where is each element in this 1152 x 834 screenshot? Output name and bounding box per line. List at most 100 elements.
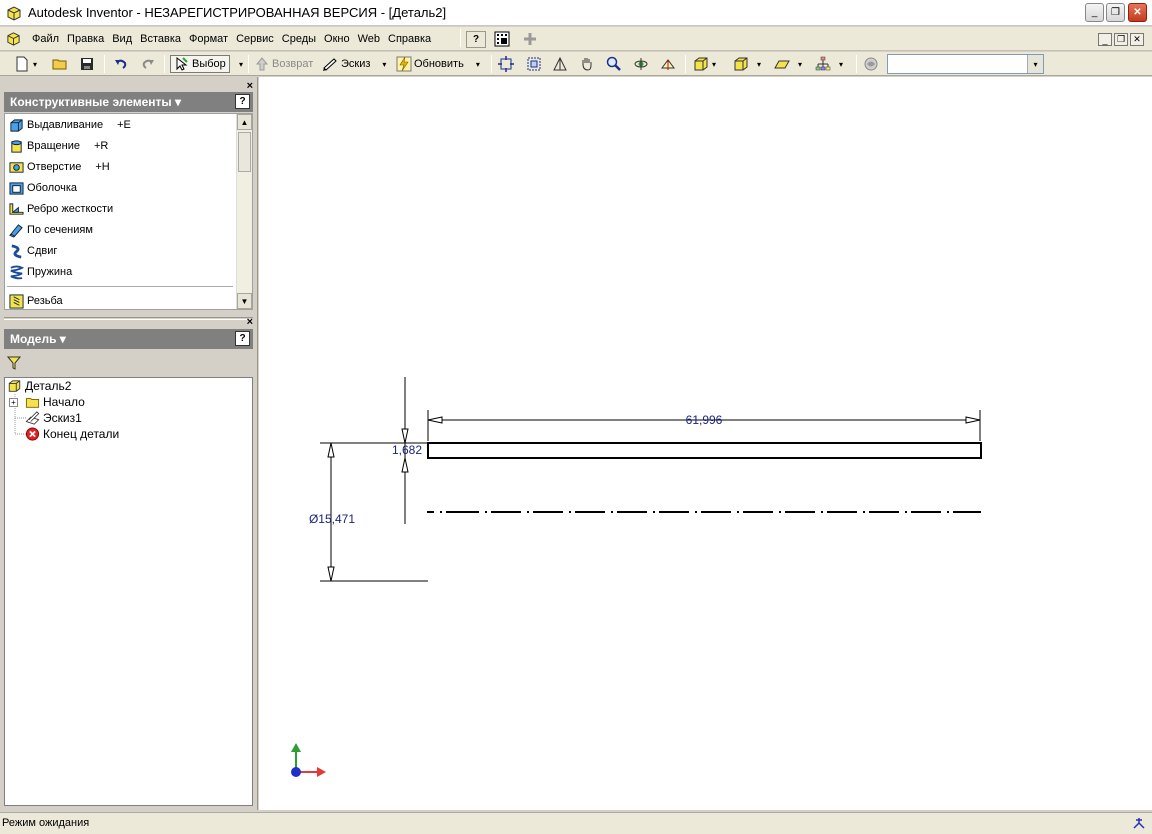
thickness-dimension-value[interactable]: 1,682 [392, 443, 422, 457]
whats-this-icon[interactable] [494, 31, 510, 47]
return-button[interactable]: Возврат [254, 55, 313, 73]
profile-rectangle[interactable] [427, 442, 982, 459]
menu-web[interactable]: Web [354, 33, 384, 45]
sketch-dropdown-arrow[interactable]: ▾ [382, 60, 386, 69]
redo-icon [142, 59, 154, 69]
restore-button[interactable]: ❐ [1106, 3, 1125, 22]
feature-extrude[interactable]: Выдавливание +E [9, 116, 131, 134]
undo-button[interactable] [113, 55, 129, 73]
zoom-window-button[interactable] [526, 55, 542, 73]
features-help-button[interactable]: ? [235, 94, 250, 109]
document-icon[interactable] [6, 31, 21, 46]
zoom-icon [553, 56, 567, 71]
pattern-tree-icon [815, 56, 831, 71]
features-panel-close[interactable]: × [247, 80, 253, 92]
doc-close-button[interactable]: ✕ [1130, 33, 1144, 46]
feature-shell[interactable]: Оболочка [9, 179, 77, 197]
sketch-button[interactable]: Эскиз ▾ [322, 55, 386, 73]
feature-label: Отверстие [27, 161, 82, 173]
menu-window[interactable]: Окно [320, 33, 354, 45]
zoom-all-button[interactable] [498, 55, 514, 73]
select-dropdown[interactable]: ▾ [236, 55, 243, 73]
features-panel-title[interactable]: Конструктивные элементы ▾ [10, 95, 181, 109]
color-style-dropdown-arrow[interactable]: ▾ [1027, 55, 1043, 73]
menu-environments[interactable]: Среды [278, 33, 320, 45]
tree-expand-button[interactable]: + [9, 398, 18, 407]
model-panel-close[interactable]: × [247, 316, 253, 328]
feature-label: Ребро жесткости [27, 203, 114, 215]
feature-loft[interactable]: По сечениям [9, 221, 93, 239]
camera-button[interactable]: ▾ [733, 55, 761, 73]
menu-help[interactable]: Справка [384, 33, 435, 45]
shaded-display-button[interactable]: ▾ [693, 55, 716, 73]
coordinate-axis-indicator [291, 743, 326, 777]
graphics-window[interactable]: 61,996 1,682 Ø15,471 [259, 77, 1152, 810]
zoom-selected-button[interactable] [606, 55, 622, 73]
features-panel-header[interactable]: Конструктивные элементы ▾ ? [4, 92, 253, 112]
features-divider [7, 286, 233, 287]
open-button[interactable] [52, 55, 68, 73]
zoom-button[interactable] [552, 55, 568, 73]
update-dropdown-arrow[interactable]: ▾ [476, 60, 480, 69]
tree-node-label: Конец детали [43, 427, 120, 441]
display-dropdown-arrow[interactable]: ▾ [712, 60, 716, 69]
standard-toolbar: ▾ Выбор ▾ Возврат Эскиз ▾ Обновить ▾ ▾ ▾… [0, 52, 1152, 76]
menu-view[interactable]: Вид [108, 33, 136, 45]
feature-coil[interactable]: Пружина [9, 263, 72, 281]
redo-button[interactable] [140, 55, 156, 73]
add-icon[interactable] [522, 31, 538, 47]
model-panel-header[interactable]: Модель ▾ ? [4, 329, 253, 349]
features-scrollbar[interactable]: ▲ ▼ [236, 114, 252, 309]
feature-thread[interactable]: Резьба [9, 292, 63, 310]
menu-format[interactable]: Формат [185, 33, 232, 45]
doc-minimize-button[interactable]: _ [1098, 33, 1112, 46]
menu-insert[interactable]: Вставка [136, 33, 185, 45]
look-at-button[interactable] [660, 55, 676, 73]
work-plane-button[interactable]: ▾ [774, 55, 802, 73]
feature-revolve[interactable]: Вращение +R [9, 137, 108, 155]
new-button[interactable]: ▾ [14, 55, 37, 73]
feature-rib[interactable]: Ребро жесткости [9, 200, 113, 218]
feature-sweep[interactable]: Сдвиг [9, 242, 57, 260]
minimize-button[interactable]: _ [1085, 3, 1104, 22]
color-style-combo[interactable]: ▾ [887, 54, 1044, 74]
scroll-up-button[interactable]: ▲ [237, 114, 252, 130]
diameter-dimension-value[interactable]: Ø15,471 [309, 512, 355, 526]
pattern-button[interactable]: ▾ [815, 55, 843, 73]
new-dropdown-arrow[interactable]: ▾ [33, 60, 37, 69]
tree-node-sketch[interactable]: Эскиз1 [25, 410, 82, 426]
sketch-drawing[interactable]: 61,996 1,682 Ø15,471 [259, 77, 1152, 810]
look-at-icon [661, 59, 675, 70]
length-dimension-value[interactable]: 61,996 [686, 413, 723, 427]
tree-node-part[interactable]: Деталь2 [7, 378, 71, 394]
menu-tools[interactable]: Сервис [232, 33, 278, 45]
tree-node-origin[interactable]: Начало [25, 394, 85, 410]
panel-splitter[interactable] [4, 317, 253, 320]
model-help-button[interactable]: ? [235, 331, 250, 346]
menu-file[interactable]: Файл [28, 33, 63, 45]
pattern-dropdown-arrow[interactable]: ▾ [839, 60, 843, 69]
help-question-button[interactable]: ? [466, 31, 486, 48]
coil-icon [10, 264, 24, 279]
pan-button[interactable] [579, 55, 595, 73]
scroll-thumb[interactable] [238, 132, 251, 172]
filter-icon[interactable] [7, 356, 21, 370]
feature-hole[interactable]: Отверстие +H [9, 158, 110, 176]
update-button[interactable]: Обновить ▾ [396, 55, 480, 73]
select-arrow-icon [176, 56, 188, 71]
doc-restore-button[interactable]: ❐ [1114, 33, 1128, 46]
menu-separator [460, 29, 461, 47]
save-button[interactable] [79, 55, 95, 73]
orbit-button[interactable] [633, 55, 649, 73]
menu-edit[interactable]: Правка [63, 33, 108, 45]
work-plane-dropdown-arrow[interactable]: ▾ [798, 60, 802, 69]
material-button[interactable] [863, 55, 879, 73]
model-panel-title[interactable]: Модель ▾ [10, 332, 66, 346]
select-button[interactable]: Выбор [170, 55, 230, 73]
feature-label: Оболочка [27, 182, 78, 194]
feature-label: Резьба [27, 295, 63, 307]
scroll-down-button[interactable]: ▼ [237, 293, 252, 309]
tree-node-end-of-part[interactable]: Конец детали [25, 426, 119, 442]
close-button[interactable]: ✕ [1128, 3, 1147, 22]
camera-dropdown-arrow[interactable]: ▾ [757, 60, 761, 69]
